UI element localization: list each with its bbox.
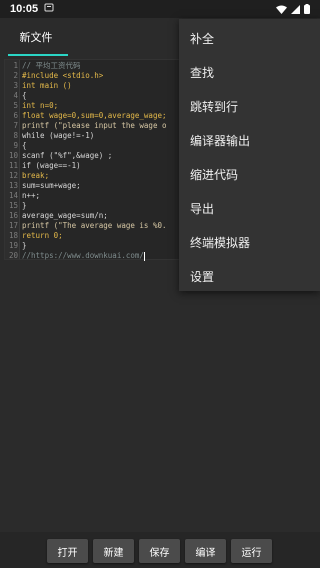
line-number: 13 (8, 181, 18, 190)
code-text: n++; (22, 191, 41, 200)
line-number: 3 (13, 81, 18, 90)
code-text: break; (22, 171, 50, 180)
line-number: 17 (8, 221, 18, 230)
compile-button[interactable]: 编译 (185, 539, 226, 563)
code-text: } (22, 241, 27, 250)
menu-item-terminal-emulator[interactable]: 终端模拟器 (179, 225, 320, 259)
signal-icon (291, 4, 300, 14)
line-number: 19 (8, 241, 18, 250)
tab-indicator (8, 54, 68, 56)
code-text: #include <stdio.h> (22, 71, 104, 80)
new-button[interactable]: 新建 (93, 539, 134, 563)
line-number: 6 (13, 111, 18, 120)
open-button[interactable]: 打开 (47, 539, 88, 563)
battery-icon (304, 4, 310, 14)
code-text: //https://www.downkuai.com/ (22, 251, 145, 261)
menu-item-indent-code[interactable]: 缩进代码 (179, 157, 320, 191)
line-number: 10 (8, 151, 18, 160)
code-text: int n=0; (22, 101, 59, 110)
code-text: if (wage==-1) (22, 161, 81, 170)
text-cursor (143, 251, 145, 261)
code-text: { (22, 91, 27, 100)
app-notification-icon (44, 3, 54, 15)
code-text: int main () (22, 81, 72, 90)
line-number: 7 (13, 121, 18, 130)
code-text: return 0; (22, 231, 63, 240)
code-text: // 平均工资代码 (22, 61, 81, 70)
line-number: 1 (13, 61, 18, 70)
line-number: 16 (8, 211, 18, 220)
code-text: average_wage=sum/n; (22, 211, 108, 220)
status-bar: 10:05 (0, 0, 320, 18)
tab-label: 新文件 (19, 31, 53, 44)
wifi-icon (276, 5, 287, 14)
status-time: 10:05 (10, 3, 39, 15)
line-number: 2 (13, 71, 18, 80)
menu-item-goto-line[interactable]: 跳转到行 (179, 89, 320, 123)
menu-item-compiler-output[interactable]: 编译器输出 (179, 123, 320, 157)
code-text: } (22, 201, 27, 210)
code-text: printf ("The average wage is %0. (22, 221, 167, 230)
code-text: scanf ("%f",&wage) ; (22, 151, 113, 160)
menu-item-complete[interactable]: 补全 (179, 21, 320, 55)
line-number: 14 (8, 191, 18, 200)
code-text: while (wage!=-1) (22, 131, 95, 140)
run-button[interactable]: 运行 (231, 539, 272, 563)
bottom-toolbar: 打开 新建 保存 编译 运行 (0, 532, 320, 568)
code-text: { (22, 141, 27, 150)
line-number: 5 (13, 101, 18, 110)
overflow-menu: 补全 查找 跳转到行 编译器输出 缩进代码 导出 终端模拟器 设置 (179, 19, 320, 291)
code-text: printf ("please input the wage o (22, 121, 167, 130)
code-text: sum=sum+wage; (22, 181, 81, 190)
menu-item-settings[interactable]: 设置 (179, 259, 320, 293)
code-text: float wage=0,sum=0,average_wage; (22, 111, 167, 120)
menu-item-find[interactable]: 查找 (179, 55, 320, 89)
tab-new-file[interactable]: 新文件 (0, 18, 72, 56)
line-number: 8 (13, 131, 18, 140)
line-number: 15 (8, 201, 18, 210)
line-number: 12 (8, 171, 18, 180)
line-number: 11 (8, 161, 18, 170)
save-button[interactable]: 保存 (139, 539, 180, 563)
line-number: 4 (13, 91, 18, 100)
line-number: 18 (8, 231, 18, 240)
line-number: 9 (13, 141, 18, 150)
menu-item-export[interactable]: 导出 (179, 191, 320, 225)
line-number: 20 (8, 251, 18, 260)
